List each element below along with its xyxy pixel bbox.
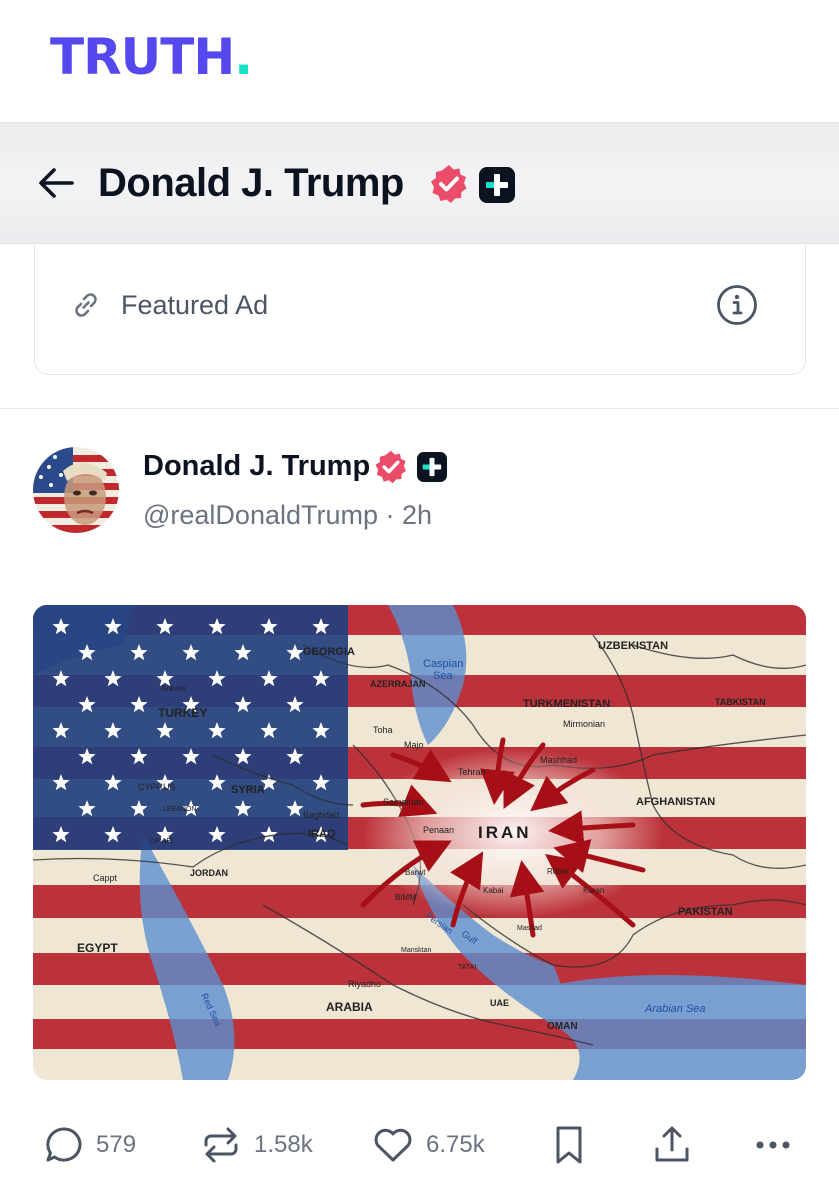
- map-label: UZBEKISTAN: [598, 640, 668, 652]
- map-label: PAKISTAN: [678, 906, 733, 918]
- page-title: Donald J. Trump: [98, 161, 404, 205]
- like-button[interactable]: 6.75k: [372, 1122, 485, 1168]
- map-label: ARABIA: [326, 1000, 373, 1014]
- map-label: Toha: [373, 725, 393, 735]
- map-label: Robar: [547, 867, 569, 876]
- retruth-button[interactable]: 1.58k: [200, 1122, 313, 1168]
- logo-dot: .: [234, 28, 253, 86]
- share-button[interactable]: [651, 1122, 693, 1168]
- brand-bar: TRUTH.: [0, 0, 839, 122]
- share-icon: [655, 1126, 689, 1162]
- reply-count: 579: [96, 1131, 137, 1158]
- map-label-iran: IRAN: [478, 823, 532, 842]
- map-label: SYRIA: [231, 784, 265, 796]
- map-label: Riyadho: [348, 979, 381, 989]
- post-actions: 579 1.58k 6.75k: [0, 1108, 839, 1183]
- retruth-icon: [204, 1127, 238, 1163]
- map-label: Baghdad: [303, 810, 339, 820]
- truth-logo[interactable]: TRUTH.: [50, 28, 253, 86]
- map-label: Sea: [433, 670, 453, 682]
- comment-icon: [46, 1127, 82, 1162]
- featured-ad-label: Featured Ad: [121, 290, 269, 320]
- verified-badge-icon: [431, 165, 467, 203]
- map-label: TATAI: [458, 964, 476, 971]
- map-label: UAE: [490, 998, 509, 1008]
- map-label: Mansktan: [401, 947, 431, 954]
- author-handle[interactable]: @realDonaldTrump: [143, 500, 378, 530]
- map-label: Barwt: [405, 868, 426, 877]
- map-label: Cappt: [93, 873, 118, 883]
- link-icon: [75, 293, 97, 317]
- logo-text: TRUTH: [50, 28, 235, 86]
- map-label: AZERRAJAN: [370, 679, 426, 689]
- map-label: Caspian: [423, 658, 463, 670]
- map-label: OMAN: [547, 1021, 578, 1032]
- more-horizontal-icon: [756, 1141, 790, 1149]
- map-label: Kabai: [483, 886, 504, 895]
- like-count: 6.75k: [426, 1131, 485, 1158]
- meta-separator: ·: [378, 500, 402, 530]
- flag-map-image: GEORGIA AZERRAJAN Caspian Sea UZBEKISTAN…: [33, 605, 806, 1080]
- map-label: Mirmonian: [563, 719, 605, 729]
- featured-ad-card[interactable]: Featured Ad: [34, 245, 806, 375]
- map-label: Ankara: [161, 684, 187, 693]
- map-label: Arabian Sea: [644, 1003, 706, 1015]
- back-button[interactable]: [36, 163, 76, 203]
- post-image[interactable]: GEORGIA AZERRAJAN Caspian Sea UZBEKISTAN…: [33, 605, 806, 1080]
- bookmark-button[interactable]: [552, 1122, 586, 1168]
- post-time[interactable]: 2h: [402, 500, 432, 530]
- map-label: BIMM: [395, 893, 416, 902]
- retruth-count: 1.58k: [254, 1131, 313, 1158]
- bookmark-icon: [556, 1126, 582, 1164]
- verified-badge-icon: [375, 450, 406, 484]
- map-label: EGYPT: [77, 941, 118, 955]
- feed-divider: [0, 408, 839, 409]
- map-label: ISRAEL: [150, 838, 175, 845]
- map-label: Mashhad: [540, 755, 577, 765]
- heart-icon: [374, 1128, 412, 1162]
- map-label: Mashad: [517, 925, 542, 932]
- map-label: GEORGIA: [303, 646, 355, 658]
- map-label: JORDAN: [190, 868, 228, 878]
- reply-button[interactable]: 579: [44, 1122, 136, 1168]
- map-label: Penaan: [423, 825, 454, 835]
- truth-plus-icon: [417, 452, 447, 482]
- avatar[interactable]: [33, 447, 119, 533]
- author-name[interactable]: Donald J. Trump: [143, 450, 370, 483]
- avatar-image: [33, 447, 119, 533]
- map-label: TURKEY: [158, 706, 207, 720]
- map-label: LEBANON: [163, 806, 196, 813]
- map-label: Tehran: [458, 767, 486, 777]
- map-label: TABKISTAN: [715, 697, 766, 707]
- info-icon[interactable]: [715, 283, 759, 327]
- profile-header: Donald J. Trump: [0, 122, 839, 244]
- map-label: Majo: [404, 740, 424, 750]
- truth-plus-icon: [479, 167, 515, 203]
- map-label: IRAQ: [308, 828, 336, 840]
- map-label: TURKMENISTAN: [523, 698, 610, 710]
- map-label: CYPRUS: [138, 782, 176, 792]
- arrow-left-icon: [39, 168, 74, 198]
- more-button[interactable]: [752, 1122, 794, 1168]
- author-meta: @realDonaldTrump · 2h: [143, 500, 432, 531]
- map-label: AFGHANISTAN: [636, 796, 715, 808]
- map-label: Kuran: [583, 886, 604, 895]
- map-label: Samaihan: [383, 797, 424, 807]
